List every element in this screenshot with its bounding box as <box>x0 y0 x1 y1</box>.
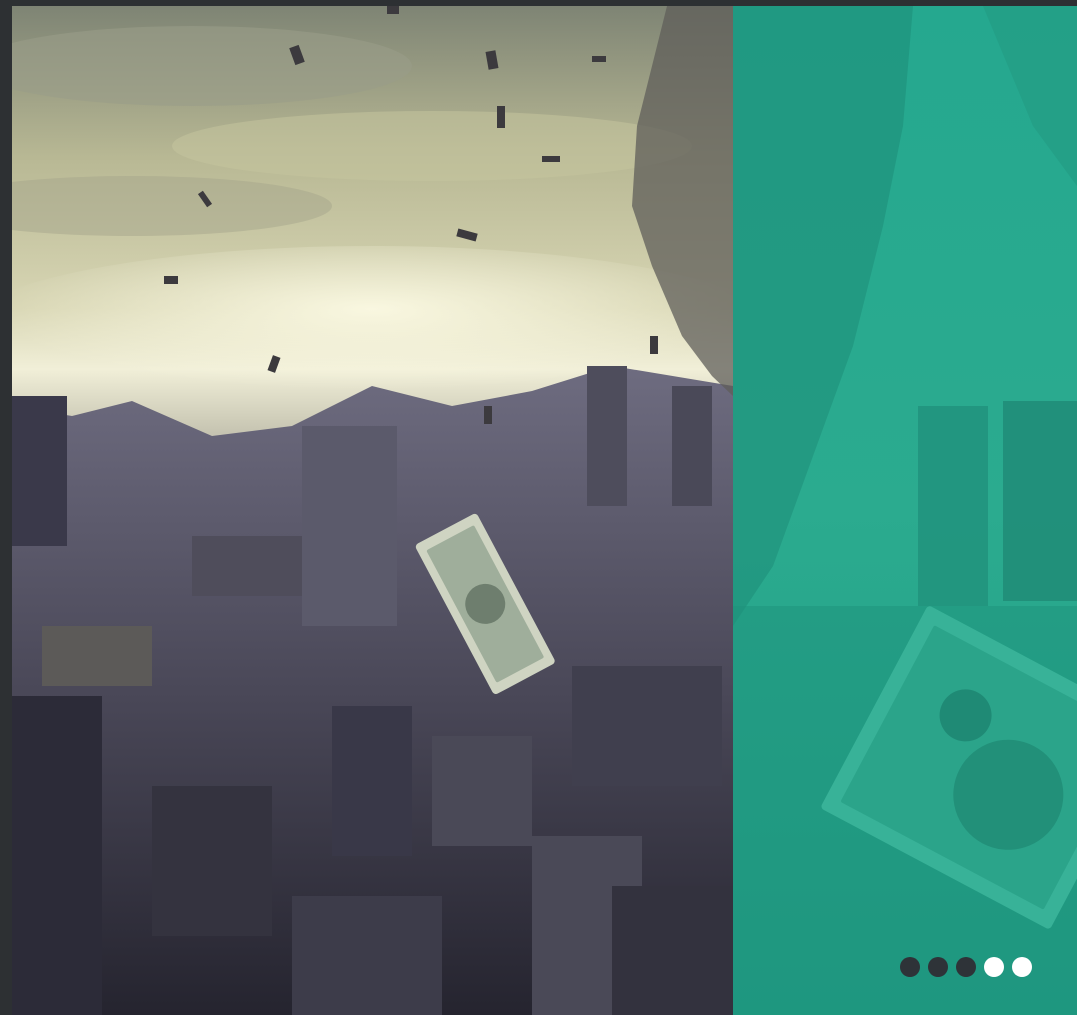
teal-dollar-photo <box>733 6 1077 1015</box>
slider-stage <box>0 0 1077 1015</box>
slide-dot-2[interactable] <box>928 957 948 977</box>
slide-dot-5[interactable] <box>1012 957 1032 977</box>
slider-pagination <box>900 957 1032 977</box>
slide-dot-3[interactable] <box>956 957 976 977</box>
slide-dot-4[interactable] <box>984 957 1004 977</box>
slide-dot-1[interactable] <box>900 957 920 977</box>
city-money-photo <box>12 6 733 1015</box>
